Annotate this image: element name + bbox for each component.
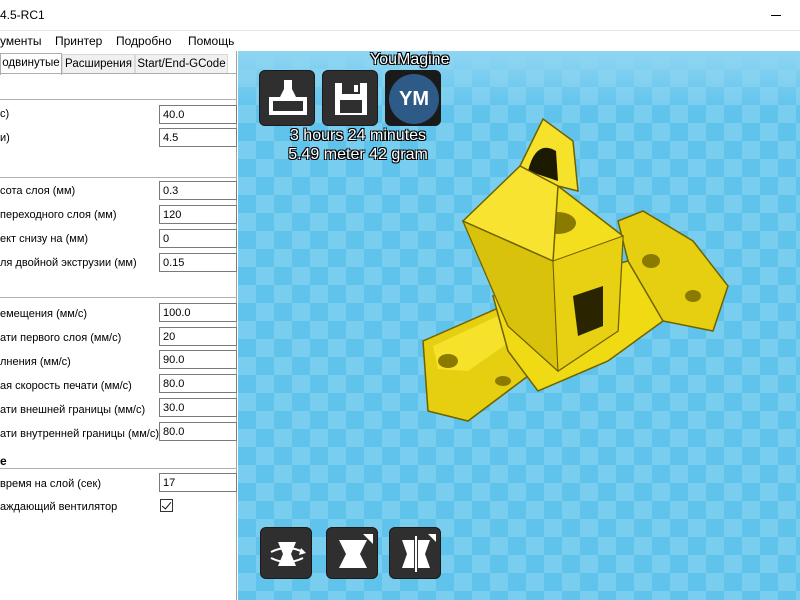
initial-layer-thickness-label: сота слоя (мм) bbox=[0, 185, 76, 197]
3d-viewport[interactable]: YouMagine YM 3 hours 24 minutes 5.49 met… bbox=[238, 51, 800, 600]
minimal-layer-time-field[interactable] bbox=[159, 473, 237, 492]
section-divider bbox=[0, 177, 237, 178]
cooling-section-title: е bbox=[0, 454, 7, 468]
inner-shell-speed-label: ати внутренней границы (мм/с) bbox=[0, 428, 160, 440]
settings-tabs: одвинутые Расширения Start/End-GCode bbox=[0, 53, 237, 75]
bottom-layer-speed-label: ати первого слоя (мм/с) bbox=[0, 332, 122, 344]
mirror-icon bbox=[402, 534, 436, 572]
cooling-fan-checkbox[interactable] bbox=[160, 499, 173, 512]
window-title: 4.5-RC1 bbox=[0, 8, 45, 22]
retraction-speed-label: c) bbox=[0, 108, 10, 120]
rotate-icon bbox=[270, 542, 306, 566]
retraction-distance-field[interactable] bbox=[159, 128, 237, 147]
top-bottom-speed-field[interactable] bbox=[159, 374, 237, 393]
bottom-layer-speed-field[interactable] bbox=[159, 327, 237, 346]
3d-model[interactable] bbox=[408, 111, 738, 441]
scale-icon bbox=[339, 534, 373, 568]
mirror-button[interactable] bbox=[389, 527, 441, 579]
cut-off-bottom-label: ект снизу на (мм) bbox=[0, 233, 89, 245]
minimize-button[interactable] bbox=[752, 0, 800, 31]
travel-speed-label: емещения (мм/с) bbox=[0, 308, 88, 320]
dual-extrusion-overlap-field[interactable] bbox=[159, 253, 237, 272]
dual-extrusion-overlap-label: ля двойной экструзии (мм) bbox=[0, 257, 137, 269]
tab-plugins[interactable]: Расширения bbox=[62, 54, 135, 74]
travel-speed-field[interactable] bbox=[159, 303, 237, 322]
infill-speed-field[interactable] bbox=[159, 350, 237, 369]
outer-shell-speed-label: ати внешней границы (мм/с) bbox=[0, 404, 146, 416]
scale-button[interactable] bbox=[326, 527, 378, 579]
section-divider bbox=[0, 99, 237, 100]
top-bottom-speed-label: ая скорость печати (мм/с) bbox=[0, 380, 132, 392]
tab-advanced[interactable]: одвинутые bbox=[0, 53, 62, 75]
tab-start-end-gcode[interactable]: Start/End-GCode bbox=[135, 54, 228, 74]
save-gcode-icon bbox=[335, 83, 367, 115]
initial-layer-width-field[interactable] bbox=[159, 205, 237, 224]
rotate-button[interactable] bbox=[260, 527, 312, 579]
load-model-icon bbox=[269, 80, 307, 115]
retraction-distance-label: и) bbox=[0, 132, 10, 144]
menu-tools[interactable]: ументы bbox=[0, 34, 42, 48]
section-divider bbox=[0, 468, 237, 469]
cooling-fan-label: аждающий вентилятор bbox=[0, 501, 118, 513]
save-gcode-button[interactable] bbox=[322, 70, 378, 126]
settings-panel: одвинутые Расширения Start/End-GCode c) … bbox=[0, 51, 237, 600]
title-bar: 4.5-RC1 bbox=[0, 0, 800, 31]
retraction-speed-field[interactable] bbox=[159, 105, 237, 124]
menu-printer[interactable]: Принтер bbox=[55, 34, 102, 48]
inner-shell-speed-field[interactable] bbox=[159, 422, 237, 441]
outer-shell-speed-field[interactable] bbox=[159, 398, 237, 417]
youmagine-label: YouMagine bbox=[370, 51, 450, 68]
cut-off-bottom-field[interactable] bbox=[159, 229, 237, 248]
minimal-layer-time-label: время на слой (сек) bbox=[0, 478, 102, 490]
tab-divider bbox=[0, 73, 237, 74]
menu-bar: ументы Принтер Подробно Помощь bbox=[0, 31, 800, 51]
menu-expert[interactable]: Подробно bbox=[116, 34, 172, 48]
load-model-button[interactable] bbox=[259, 70, 315, 126]
initial-layer-width-label: переходного слоя (мм) bbox=[0, 209, 117, 221]
section-divider bbox=[0, 297, 237, 298]
infill-speed-label: лнения (мм/с) bbox=[0, 356, 71, 368]
initial-layer-thickness-field[interactable] bbox=[159, 181, 237, 200]
menu-help[interactable]: Помощь bbox=[188, 34, 234, 48]
